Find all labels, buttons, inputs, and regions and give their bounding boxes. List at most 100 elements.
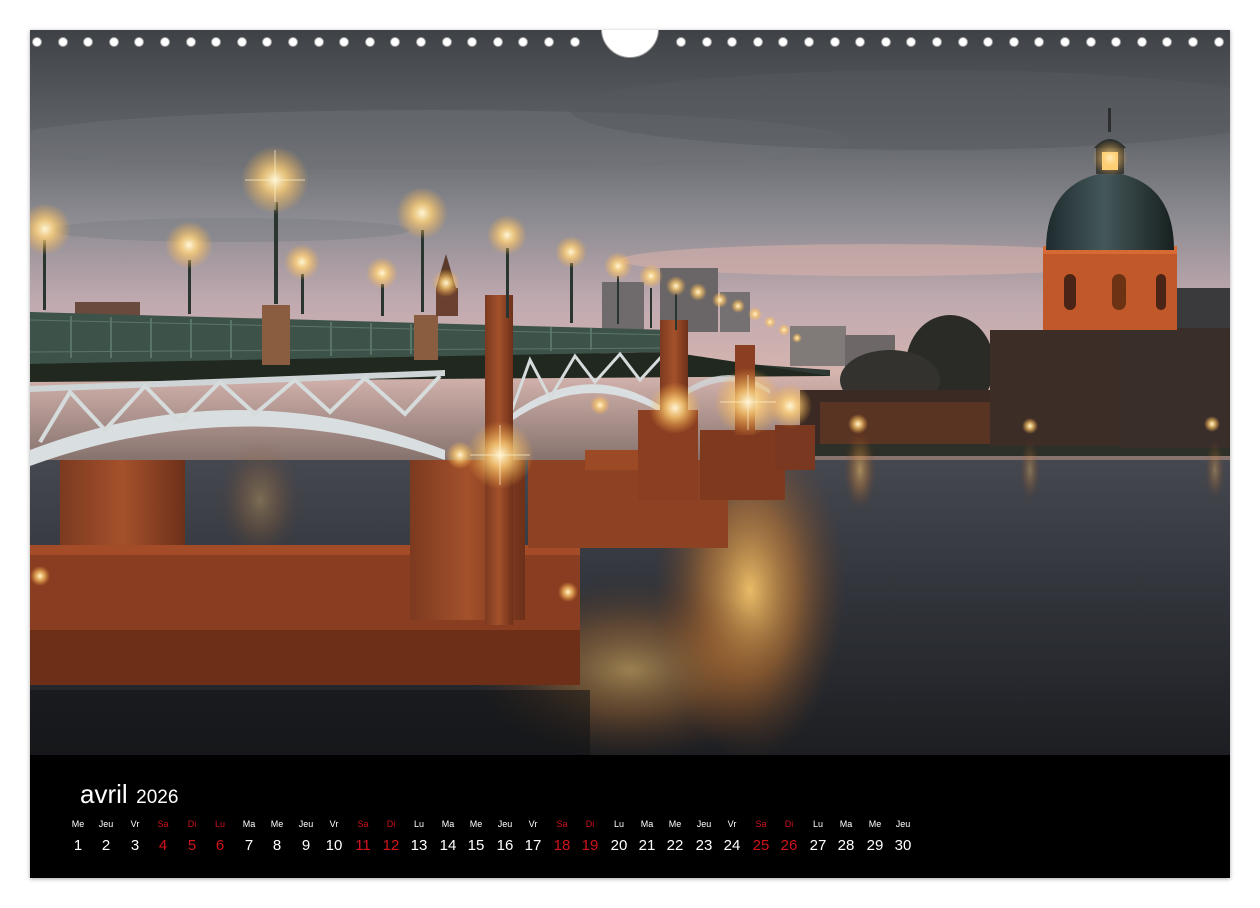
binding-hole — [804, 37, 814, 47]
day-cell: Sa 11 — [348, 819, 378, 855]
weekday-label: Di — [386, 819, 396, 829]
weekday-label: Di — [585, 819, 595, 829]
day-cell: Di 12 — [376, 819, 406, 855]
bridge-night-photo — [30, 30, 1230, 755]
weekday-label: Jeu — [895, 819, 911, 829]
day-cell: Sa 4 — [148, 819, 178, 855]
day-cell: Vr 24 — [717, 819, 747, 855]
binding-hole — [416, 37, 426, 47]
day-cell: Sa 25 — [746, 819, 776, 855]
day-cell: Ma 28 — [831, 819, 861, 855]
binding-hole — [983, 37, 993, 47]
day-cell: Ma 14 — [433, 819, 463, 855]
day-cell: Jeu 23 — [689, 819, 719, 855]
day-number: 14 — [439, 837, 457, 854]
weekday-label: Ma — [242, 819, 256, 829]
day-number: 5 — [187, 837, 197, 854]
day-number: 27 — [809, 837, 827, 854]
binding-hole — [493, 37, 503, 47]
binding-hole — [881, 37, 891, 47]
binding-hole — [160, 37, 170, 47]
calendar-strip: avril 2026 Me 1 Jeu 2 Vr 3 Sa 4 Di 5 Lu 6 Ma 7 Me 8 Jeu 9… — [30, 755, 1230, 878]
binding-hole — [314, 37, 324, 47]
day-number: 21 — [638, 837, 656, 854]
day-number: 26 — [780, 837, 798, 854]
day-number: 25 — [752, 837, 770, 854]
binding-hole — [702, 37, 712, 47]
weekday-label: Sa — [357, 819, 369, 829]
weekday-label: Di — [784, 819, 794, 829]
day-cell: Me 15 — [461, 819, 491, 855]
weekday-label: Ma — [839, 819, 853, 829]
day-number: 1 — [73, 837, 83, 854]
day-cell: Di 26 — [774, 819, 804, 855]
weekday-label: Lu — [613, 819, 624, 829]
binding-hole — [830, 37, 840, 47]
day-cell: Me 22 — [660, 819, 690, 855]
weekday-label: Lu — [214, 819, 225, 829]
day-number: 15 — [467, 837, 485, 854]
binding-hole — [932, 37, 942, 47]
weekday-label: Jeu — [98, 819, 114, 829]
binding-hole — [855, 37, 865, 47]
weekday-label: Ma — [441, 819, 455, 829]
binding-hole — [544, 37, 554, 47]
day-number: 12 — [382, 837, 400, 854]
binding-hole — [1188, 37, 1198, 47]
weekday-label: Me — [668, 819, 682, 829]
binding-hole — [1086, 37, 1096, 47]
weekday-label: Di — [187, 819, 197, 829]
day-cell: Di 5 — [177, 819, 207, 855]
day-number: 16 — [496, 837, 514, 854]
day-number: 19 — [581, 837, 599, 854]
binding-hole — [906, 37, 916, 47]
day-cell: Me 29 — [860, 819, 890, 855]
binding-hole — [1009, 37, 1019, 47]
month-heading: avril 2026 — [80, 779, 178, 810]
binding-hole — [1137, 37, 1147, 47]
binding-hole — [211, 37, 221, 47]
day-cell: Lu 20 — [604, 819, 634, 855]
weekday-label: Vr — [130, 819, 140, 829]
binding-hole — [1111, 37, 1121, 47]
weekday-label: Me — [71, 819, 85, 829]
day-number: 7 — [244, 837, 254, 854]
binding-hole — [958, 37, 968, 47]
day-cell: Lu 6 — [205, 819, 235, 855]
binding-hole — [778, 37, 788, 47]
binding-hole — [1162, 37, 1172, 47]
day-number: 4 — [158, 837, 168, 854]
day-number: 2 — [101, 837, 111, 854]
day-cell: Vr 17 — [518, 819, 548, 855]
day-number: 29 — [866, 837, 884, 854]
day-cell: Sa 18 — [547, 819, 577, 855]
day-number: 3 — [130, 837, 140, 854]
binding-hole — [390, 37, 400, 47]
day-number: 24 — [723, 837, 741, 854]
binding-hole — [288, 37, 298, 47]
day-cell: Jeu 2 — [91, 819, 121, 855]
day-number: 28 — [837, 837, 855, 854]
weekday-label: Sa — [556, 819, 568, 829]
weekday-label: Me — [270, 819, 284, 829]
weekday-label: Me — [868, 819, 882, 829]
day-number: 22 — [666, 837, 684, 854]
weekday-label: Sa — [157, 819, 169, 829]
binding-hole — [1034, 37, 1044, 47]
day-number: 6 — [215, 837, 225, 854]
day-cell: Jeu 30 — [888, 819, 918, 855]
weekday-label: Jeu — [497, 819, 513, 829]
weekday-label: Jeu — [696, 819, 712, 829]
binding-hole — [365, 37, 375, 47]
binding-hole — [753, 37, 763, 47]
day-number: 30 — [894, 837, 912, 854]
year: 2026 — [136, 787, 179, 808]
weekday-label: Jeu — [298, 819, 314, 829]
binding-hole — [134, 37, 144, 47]
weekday-label: Lu — [812, 819, 823, 829]
binding-hole — [570, 37, 580, 47]
day-cell: Me 1 — [63, 819, 93, 855]
weekday-label: Me — [469, 819, 483, 829]
day-cell: Lu 27 — [803, 819, 833, 855]
day-cell: Ma 7 — [234, 819, 264, 855]
